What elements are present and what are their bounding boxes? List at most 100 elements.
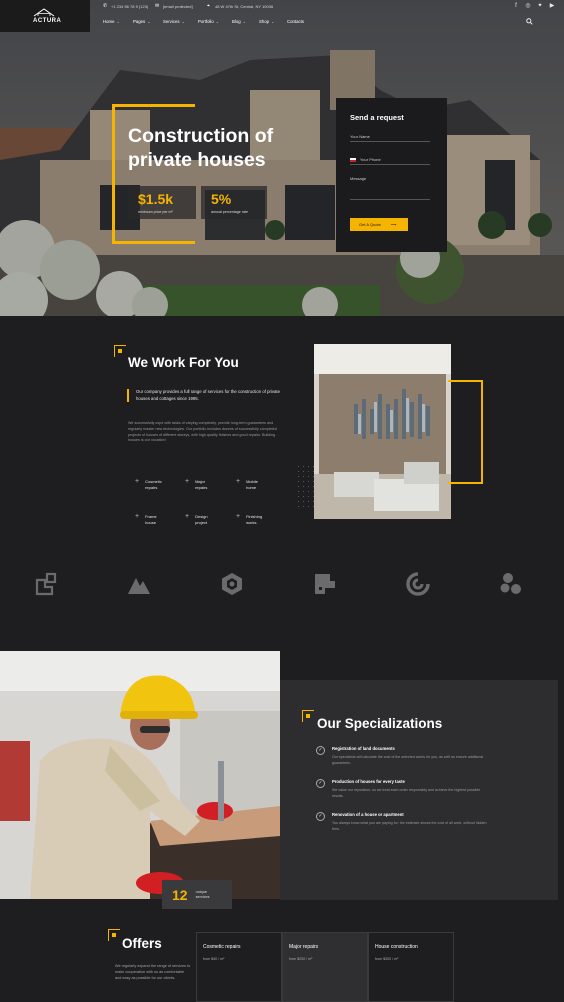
main-nav: Home ⌄ Pages ⌄ Services ⌄ Portfolio ⌄ Blog ⌄ … bbox=[103, 19, 317, 24]
nav-portfolio[interactable]: Portfolio ⌄ bbox=[198, 19, 232, 24]
offer-price: from $300 / m² bbox=[375, 957, 399, 961]
title-accent-mark bbox=[108, 929, 120, 941]
hero-title-line-1: Construction of bbox=[128, 125, 274, 147]
site-logo[interactable]: ACTURA bbox=[0, 0, 90, 32]
service-finishing-works[interactable]: + Finishing works bbox=[236, 513, 286, 525]
offer-card[interactable]: Major repairs from $200 / m² bbox=[282, 932, 368, 1002]
name-field[interactable]: Your Name bbox=[350, 132, 430, 142]
stat-rate: 5% annual percentage rate bbox=[201, 186, 267, 219]
specialization-heading: Production of houses for every taste bbox=[332, 779, 405, 784]
nav-services-label: Services bbox=[163, 19, 180, 24]
phone-icon: ✆ bbox=[103, 3, 108, 9]
stat-rate-label: annual percentage rate bbox=[211, 210, 248, 214]
name-placeholder: Your Name bbox=[350, 134, 370, 139]
hero-title-line-2: private houses bbox=[128, 149, 266, 171]
get-quote-label: Get A Quote bbox=[359, 222, 381, 227]
molecule-logo-icon[interactable] bbox=[499, 572, 523, 596]
get-quote-button[interactable]: Get A Quote ⟶ bbox=[350, 218, 408, 231]
offer-name: Major repairs bbox=[289, 944, 319, 950]
nav-blog[interactable]: Blog ⌄ bbox=[232, 19, 259, 24]
service-label: house bbox=[145, 519, 156, 525]
specialization-item: ✓ Production of houses for every taste W… bbox=[316, 779, 496, 799]
contact-email[interactable]: ✉ [email protected] bbox=[155, 4, 193, 10]
interior-photo bbox=[314, 344, 451, 519]
offer-price: from $40 / m² bbox=[203, 957, 225, 961]
nav-services[interactable]: Services ⌄ bbox=[163, 19, 198, 24]
service-label: repairs bbox=[145, 484, 158, 490]
plus-icon: + bbox=[185, 513, 190, 520]
specialization-text: You always know what you are paying for:… bbox=[332, 821, 487, 831]
facebook-icon[interactable]: f bbox=[513, 3, 519, 9]
service-label: Finishing bbox=[246, 514, 263, 519]
specializations-title: Our Specializations bbox=[317, 716, 443, 731]
service-cosmetic-repairs[interactable]: + Cosmetic repairs bbox=[135, 478, 185, 490]
specialization-heading: Renovation of a house or apartment bbox=[332, 812, 404, 817]
logo-text: ACTURA bbox=[33, 18, 62, 24]
nav-home[interactable]: Home ⌄ bbox=[103, 19, 133, 24]
check-circle-icon: ✓ bbox=[316, 746, 325, 755]
address-text: 48 W 47th St, Central, NY 10036 bbox=[215, 4, 274, 9]
chevron-down-icon: ⌄ bbox=[215, 19, 220, 24]
email-text: [email protected] bbox=[163, 4, 193, 9]
service-major-repairs[interactable]: + Major repairs bbox=[185, 478, 235, 490]
specialization-item: ✓ Registration of land documents Our spe… bbox=[316, 746, 496, 766]
location-icon: ⌖ bbox=[207, 3, 210, 9]
instagram-icon[interactable]: ◎ bbox=[525, 3, 531, 9]
block-logo-icon[interactable] bbox=[313, 572, 337, 596]
nav-shop[interactable]: Shop ⌄ bbox=[259, 19, 287, 24]
plus-icon: + bbox=[236, 478, 241, 485]
chevron-down-icon: ⌄ bbox=[116, 19, 120, 24]
squares-logo-icon[interactable] bbox=[34, 572, 58, 596]
message-placeholder: Message bbox=[350, 176, 367, 181]
service-label: project bbox=[195, 519, 208, 525]
specialization-item: ✓ Renovation of a house or apartment You… bbox=[316, 812, 496, 832]
twitter-icon[interactable]: ✦ bbox=[537, 3, 543, 9]
request-form: Send a request Your Name Your Phone Mess… bbox=[336, 98, 447, 252]
stat-rate-value: 5% bbox=[211, 191, 232, 207]
contact-address[interactable]: ⌖ 48 W 47th St, Central, NY 10036 bbox=[207, 3, 274, 10]
mountain-logo-icon[interactable] bbox=[127, 572, 151, 596]
site-header: ACTURA ✆ +1 234 56 78 9 (123) ✉ [email p… bbox=[0, 0, 564, 32]
search-icon[interactable] bbox=[526, 18, 533, 25]
specialization-heading: Registration of land documents bbox=[332, 746, 395, 751]
service-label: Design bbox=[195, 514, 208, 519]
worker-photo bbox=[0, 651, 280, 899]
plus-icon: + bbox=[135, 513, 140, 520]
nav-contacts[interactable]: Contacts bbox=[287, 19, 317, 24]
offer-card[interactable]: House construction from $300 / m² bbox=[368, 932, 454, 1002]
phone-field[interactable]: Your Phone bbox=[350, 155, 430, 165]
interior-accent-frame bbox=[448, 380, 483, 484]
specialization-text: We value our reputation, so we treat eac… bbox=[332, 788, 481, 798]
swirl-logo-icon[interactable] bbox=[406, 572, 430, 596]
offer-name: House construction bbox=[375, 944, 418, 950]
service-design-project[interactable]: + Design project bbox=[185, 513, 235, 525]
hero-section: Construction of private houses $1.5k min… bbox=[0, 0, 564, 316]
stat-price-label: minimum price per m² bbox=[138, 210, 173, 214]
service-label: repairs bbox=[195, 484, 208, 490]
chevron-down-icon: ⌄ bbox=[271, 19, 275, 24]
social-links: f ◎ ✦ ▶ bbox=[513, 3, 555, 9]
offer-card[interactable]: Cosmetic repairs from $40 / m² bbox=[196, 932, 282, 1002]
hero-title: Construction of private houses bbox=[128, 124, 328, 172]
hexagon-logo-icon[interactable] bbox=[220, 572, 244, 596]
nav-contacts-label: Contacts bbox=[287, 19, 304, 24]
chevron-down-icon: ⌄ bbox=[181, 19, 185, 24]
contact-phone[interactable]: ✆ +1 234 56 78 9 (123) bbox=[103, 3, 148, 10]
message-field[interactable]: Message bbox=[350, 176, 430, 200]
youtube-icon[interactable]: ▶ bbox=[549, 3, 555, 9]
counter-label: unique services bbox=[195, 889, 210, 899]
counter-value: 12 bbox=[172, 886, 188, 903]
nav-pages[interactable]: Pages ⌄ bbox=[133, 19, 163, 24]
nav-blog-label: Blog bbox=[232, 19, 241, 24]
service-label: works bbox=[246, 519, 257, 525]
services-counter: 12 unique services bbox=[162, 880, 232, 909]
service-mobile-home[interactable]: + Mobile home bbox=[236, 478, 286, 490]
check-circle-icon: ✓ bbox=[316, 812, 325, 821]
service-frame-house[interactable]: + Frame house bbox=[135, 513, 185, 525]
us-flag-icon[interactable] bbox=[350, 157, 356, 162]
stat-price-value: $1.5k bbox=[138, 191, 174, 207]
service-label: Cosmetic bbox=[145, 479, 162, 484]
plus-icon: + bbox=[185, 478, 190, 485]
nav-home-label: Home bbox=[103, 19, 115, 24]
nav-portfolio-label: Portfolio bbox=[198, 19, 214, 24]
